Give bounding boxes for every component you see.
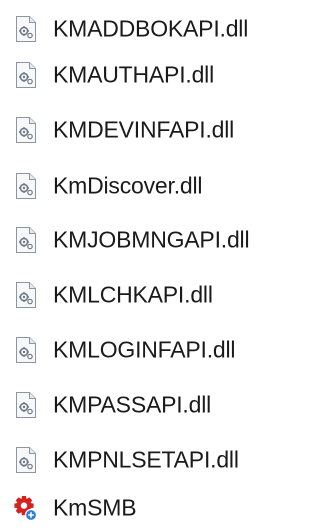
file-name: KmSMB bbox=[53, 494, 137, 521]
file-item-kmdevinfapi[interactable]: KMDEVINFAPI.dll bbox=[0, 107, 308, 153]
file-item-kmloginfapi[interactable]: KMLOGINFAPI.dll bbox=[0, 327, 308, 373]
file-name: KMLOGINFAPI.dll bbox=[53, 336, 236, 363]
dll-file-icon bbox=[16, 227, 36, 253]
file-item-kmdiscover[interactable]: KmDiscover.dll bbox=[0, 163, 308, 209]
file-item-kmjobmngapi[interactable]: KMJOBMNGAPI.dll bbox=[0, 217, 308, 263]
file-item-kmpnlsetapi[interactable]: KMPNLSETAPI.dll bbox=[0, 437, 308, 483]
dll-file-icon bbox=[16, 173, 36, 199]
dll-file-icon bbox=[16, 447, 36, 473]
dll-file-icon bbox=[16, 117, 36, 143]
file-name: KMADDBOKAPI.dll bbox=[53, 15, 249, 42]
file-list: KMADDBOKAPI.dll KMAUTHAPI.dll KMDEVINFAP… bbox=[0, 0, 308, 531]
file-name: KMAUTHAPI.dll bbox=[53, 61, 214, 88]
file-name: KmDiscover.dll bbox=[53, 172, 203, 199]
dll-file-icon bbox=[16, 62, 36, 88]
dll-file-icon bbox=[16, 16, 36, 42]
file-item-kmaddbokapi[interactable]: KMADDBOKAPI.dll bbox=[0, 6, 308, 52]
dll-file-icon bbox=[16, 282, 36, 308]
file-name: KMPNLSETAPI.dll bbox=[53, 446, 239, 473]
file-name: KMJOBMNGAPI.dll bbox=[53, 226, 250, 253]
file-item-kmlchkapi[interactable]: KMLCHKAPI.dll bbox=[0, 272, 308, 318]
file-item-kmpassapi[interactable]: KMPASSAPI.dll bbox=[0, 382, 308, 428]
file-item-kmauthapi[interactable]: KMAUTHAPI.dll bbox=[0, 52, 308, 98]
file-name: KMPASSAPI.dll bbox=[53, 391, 212, 418]
dll-file-icon bbox=[16, 392, 36, 418]
file-item-kmsmb[interactable]: KmSMB bbox=[0, 485, 308, 531]
file-name: KMLCHKAPI.dll bbox=[53, 281, 213, 308]
dll-file-icon bbox=[16, 337, 36, 363]
kmsmb-app-icon bbox=[14, 496, 38, 522]
file-name: KMDEVINFAPI.dll bbox=[53, 116, 235, 143]
